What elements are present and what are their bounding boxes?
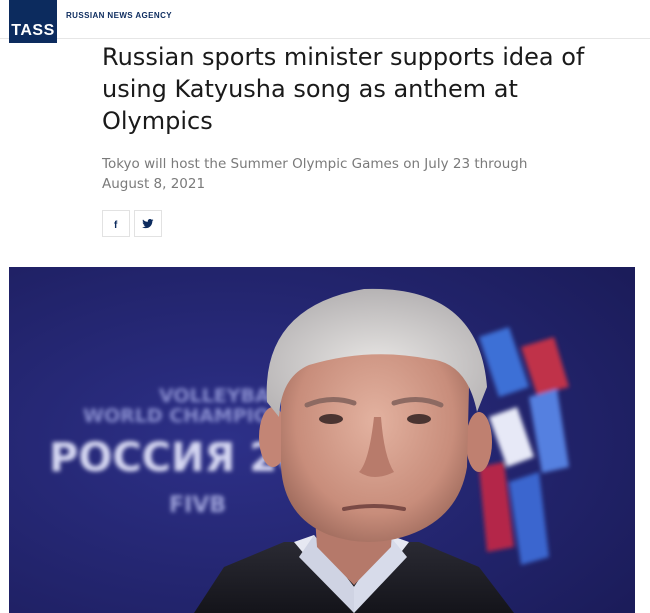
facebook-share-button[interactable]: f bbox=[102, 210, 130, 237]
top-bar: TASS RUSSIAN NEWS AGENCY bbox=[0, 0, 650, 43]
photo-scene: VOLLEYBALL WORLD CHAMPIONSHIP РОССИЯ 20 … bbox=[9, 267, 635, 613]
svg-text:f: f bbox=[114, 220, 118, 230]
logo-text: TASS bbox=[11, 22, 55, 39]
twitter-share-button[interactable] bbox=[134, 210, 162, 237]
article-photo: VOLLEYBALL WORLD CHAMPIONSHIP РОССИЯ 20 … bbox=[9, 267, 635, 613]
agency-name: RUSSIAN NEWS AGENCY bbox=[66, 11, 172, 20]
tass-logo[interactable]: TASS bbox=[9, 0, 57, 43]
svg-text:FIVB: FIVB bbox=[169, 493, 226, 518]
twitter-icon bbox=[142, 218, 154, 228]
facebook-icon: f bbox=[114, 220, 118, 230]
article-title: Russian sports minister supports idea of… bbox=[102, 43, 585, 135]
article-subtitle: Tokyo will host the Summer Olympic Games… bbox=[102, 156, 528, 192]
